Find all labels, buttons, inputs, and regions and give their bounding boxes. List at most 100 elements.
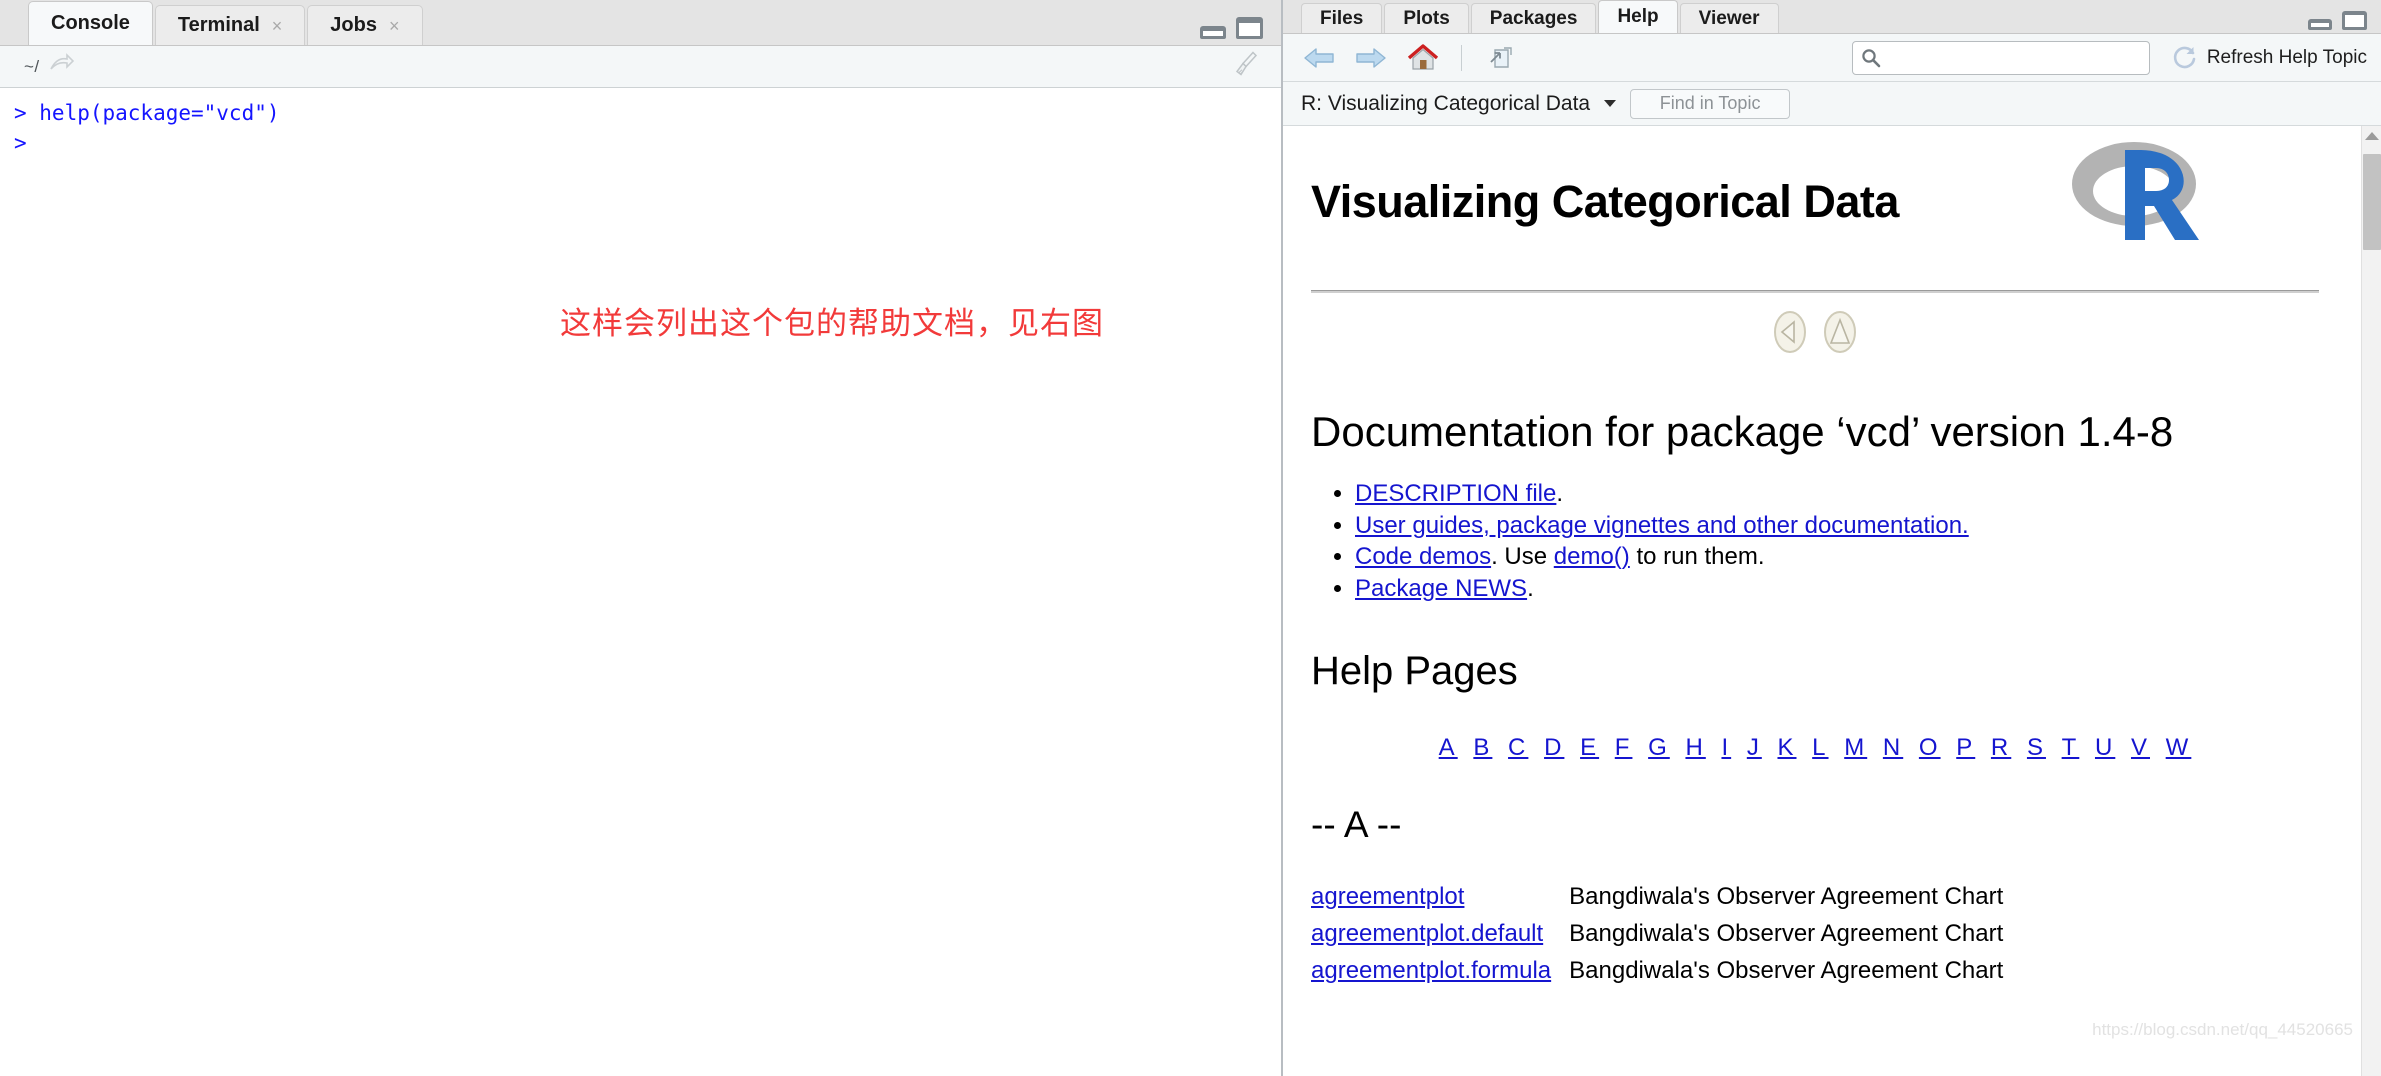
tab-terminal-label: Terminal xyxy=(177,14,260,36)
document-title: Visualizing Categorical Data xyxy=(1311,176,1899,227)
alpha-link-b[interactable]: B xyxy=(1473,734,1492,761)
alpha-link-w[interactable]: W xyxy=(2166,734,2192,761)
tab-console-label: Console xyxy=(51,12,130,34)
home-icon[interactable] xyxy=(1403,40,1443,76)
alpha-link-p[interactable]: P xyxy=(1956,734,1975,761)
list-item-text: . Use xyxy=(1491,543,1554,571)
toolbar-divider xyxy=(1461,44,1462,71)
scroll-up-arrow-icon[interactable] xyxy=(2364,132,2379,140)
maximize-icon[interactable] xyxy=(1236,17,1263,39)
alpha-link-a[interactable]: A xyxy=(1439,734,1458,761)
document-header: Visualizing Categorical Data xyxy=(1311,142,2319,264)
tab-help-label: Help xyxy=(1617,6,1659,27)
close-icon[interactable]: × xyxy=(272,17,283,35)
tab-console[interactable]: Console xyxy=(28,1,153,45)
help-topic-title: R: Visualizing Categorical Data xyxy=(1301,91,1591,115)
maximize-icon[interactable] xyxy=(2342,11,2367,30)
find-in-topic-input[interactable]: Find in Topic xyxy=(1630,88,1791,119)
back-arrow-icon[interactable] xyxy=(1299,40,1339,76)
alpha-link-u[interactable]: U xyxy=(2095,734,2115,761)
tab-jobs-label: Jobs xyxy=(330,14,377,36)
console-path-bar: ~/ xyxy=(0,46,1281,88)
alpha-link-h[interactable]: H xyxy=(1685,734,1705,761)
tab-viewer-label: Viewer xyxy=(1698,7,1760,29)
annotation-text: 这样会列出这个包的帮助文档，见右图 xyxy=(560,306,1104,342)
alpha-link-d[interactable]: D xyxy=(1544,734,1564,761)
rstudio-window: Console Terminal × Jobs × ~/ > help(pack… xyxy=(0,0,2381,1076)
chevron-down-icon[interactable] xyxy=(1604,100,1617,107)
minimize-icon[interactable] xyxy=(2308,19,2332,30)
scrollbar-thumb[interactable] xyxy=(2363,154,2381,250)
list-item: DESCRIPTION file. xyxy=(1355,478,2319,510)
list-item: Package NEWS. xyxy=(1355,573,2319,605)
alpha-link-t[interactable]: T xyxy=(2062,734,2080,761)
list-item: User guides, package vignettes and other… xyxy=(1355,510,2319,542)
console-pane: Console Terminal × Jobs × ~/ > help(pack… xyxy=(0,0,1283,1076)
help-pages-heading: Help Pages xyxy=(1311,648,1518,693)
description-file-link[interactable]: DESCRIPTION file xyxy=(1355,480,1556,507)
table-cell-description: Bangdiwala's Observer Agreement Chart xyxy=(1569,882,2004,910)
help-search-box[interactable] xyxy=(1851,40,2150,75)
alpha-link-c[interactable]: C xyxy=(1508,734,1528,761)
help-entry-link[interactable]: agreementplot xyxy=(1311,883,1464,910)
console-window-controls xyxy=(1200,17,1263,39)
tab-terminal[interactable]: Terminal × xyxy=(154,5,306,45)
alpha-link-l[interactable]: L xyxy=(1812,734,1828,761)
demo-function-link[interactable]: demo() xyxy=(1554,543,1630,570)
alpha-link-e[interactable]: E xyxy=(1580,734,1599,761)
broom-icon[interactable] xyxy=(1235,50,1259,83)
tab-help[interactable]: Help xyxy=(1598,0,1678,33)
nav-back-oval-icon[interactable] xyxy=(1770,309,1810,360)
tab-files[interactable]: Files xyxy=(1301,3,1383,33)
minimize-icon[interactable] xyxy=(1200,26,1226,39)
alpha-link-v[interactable]: V xyxy=(2131,734,2150,761)
help-window-controls xyxy=(2308,11,2367,30)
table-cell-function: agreementplot xyxy=(1311,878,1569,915)
table-row: agreementplot Bangdiwala's Observer Agre… xyxy=(1311,878,2319,915)
help-entry-link[interactable]: agreementplot.formula xyxy=(1311,957,1551,984)
package-news-link[interactable]: Package NEWS xyxy=(1355,575,1527,602)
help-entry-link[interactable]: agreementplot.default xyxy=(1311,920,1543,947)
refresh-icon xyxy=(2173,46,2196,68)
search-icon xyxy=(1862,48,1881,67)
alpha-link-m[interactable]: M xyxy=(1844,734,1867,761)
code-demos-link[interactable]: Code demos xyxy=(1355,543,1491,570)
document-nav-buttons xyxy=(1311,309,2319,360)
alpha-link-r[interactable]: R xyxy=(1991,734,2011,761)
alpha-link-k[interactable]: K xyxy=(1777,734,1796,761)
help-search-input[interactable] xyxy=(1888,47,2141,68)
user-guides-link[interactable]: User guides, package vignettes and other… xyxy=(1355,512,1969,539)
help-topic-bar: R: Visualizing Categorical Data Find in … xyxy=(1283,82,2381,126)
open-in-new-window-icon[interactable] xyxy=(48,53,74,80)
section-heading-a: -- A -- xyxy=(1311,803,1402,845)
alpha-link-j[interactable]: J xyxy=(1747,734,1762,761)
tab-plots[interactable]: Plots xyxy=(1384,3,1469,33)
alpha-link-o[interactable]: O xyxy=(1919,734,1941,761)
help-vertical-scrollbar[interactable] xyxy=(2361,126,2381,1076)
close-icon[interactable]: × xyxy=(389,17,400,35)
document-divider xyxy=(1311,290,2319,293)
show-in-new-window-icon[interactable] xyxy=(1480,40,1520,76)
refresh-help-topic-button[interactable]: Refresh Help Topic xyxy=(2172,45,2367,71)
document-subtitle: Documentation for package ‘vcd’ version … xyxy=(1311,408,2174,455)
tab-viewer[interactable]: Viewer xyxy=(1679,3,1779,33)
forward-arrow-icon[interactable] xyxy=(1351,40,1391,76)
tab-packages[interactable]: Packages xyxy=(1470,3,1597,33)
working-directory-label[interactable]: ~/ xyxy=(24,57,40,77)
alpha-link-f[interactable]: F xyxy=(1615,734,1633,761)
alpha-link-i[interactable]: I xyxy=(1721,734,1731,761)
tab-files-label: Files xyxy=(1320,7,1364,29)
console-line: > help(package="vcd") xyxy=(14,101,280,125)
alpha-link-g[interactable]: G xyxy=(1648,734,1670,761)
alpha-link-s[interactable]: S xyxy=(2027,734,2046,761)
tab-jobs[interactable]: Jobs × xyxy=(307,5,423,45)
table-row: agreementplot.default Bangdiwala's Obser… xyxy=(1311,915,2319,952)
tab-packages-label: Packages xyxy=(1489,7,1578,29)
console-prompt: > xyxy=(14,131,40,156)
nav-up-oval-icon[interactable] xyxy=(1820,309,1860,360)
alpha-link-n[interactable]: N xyxy=(1883,734,1903,761)
console-output[interactable]: > help(package="vcd") > 这样会列出这个包的帮助文档，见右… xyxy=(0,88,1281,1076)
help-pane: Files Plots Packages Help Viewer Refresh… xyxy=(1283,0,2381,1076)
help-tabstrip: Files Plots Packages Help Viewer xyxy=(1283,0,2381,34)
table-row: agreementplot.formula Bangdiwala's Obser… xyxy=(1311,952,2319,989)
